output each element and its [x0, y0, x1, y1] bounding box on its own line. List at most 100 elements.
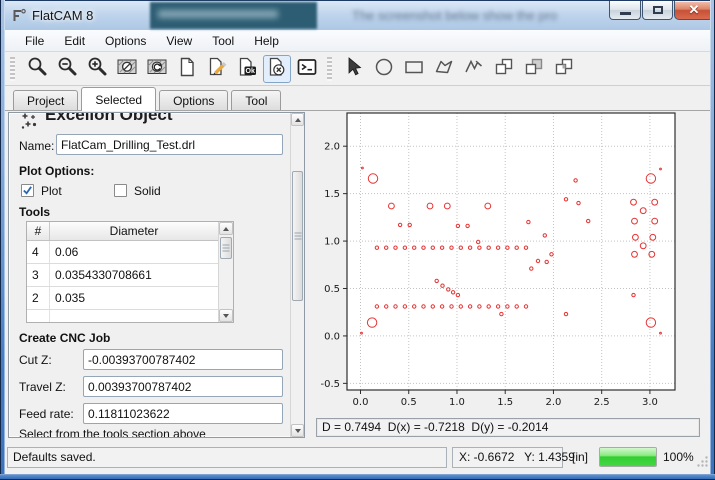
background-bleed-smudge: [158, 10, 278, 18]
arrow-up-icon: [295, 118, 301, 122]
tools-table-scrollbar[interactable]: [218, 222, 233, 322]
window-border-bottom: [0, 474, 715, 480]
zoom-out-icon: [56, 56, 78, 81]
plot-svg: 0.00.51.01.52.02.53.0-0.50.00.51.01.52.0: [316, 111, 710, 413]
table-row[interactable]: 20.035: [27, 287, 233, 310]
toolbar-handle[interactable]: [327, 57, 332, 81]
table-header-number[interactable]: #: [27, 222, 50, 240]
toolbar-handle[interactable]: [10, 57, 15, 81]
rectangle-tool-button[interactable]: [400, 55, 428, 83]
table-header-diameter[interactable]: Diameter: [50, 222, 219, 240]
cut-z-field[interactable]: [83, 349, 283, 370]
plot-background: [347, 113, 675, 390]
panel-scroll-down-button[interactable]: [291, 424, 304, 437]
intersect-tool-button[interactable]: [550, 55, 578, 83]
clear-plots-button[interactable]: [113, 55, 141, 83]
tools-table[interactable]: #Diameter 40.0630.035433070866120.035: [26, 221, 234, 323]
measurement-readout: D = 0.7494 D(x) = -0.7218 D(y) = -0.2014: [316, 418, 700, 437]
y-tick-label: 1.5: [324, 189, 340, 200]
zoom-fit-button[interactable]: [23, 55, 51, 83]
subtract-tool-button[interactable]: [520, 55, 548, 83]
clear-plots-icon: [116, 56, 138, 81]
polygon-tool-icon: [433, 56, 455, 81]
tool-number-cell[interactable]: 4: [27, 241, 50, 263]
circle-tool-button[interactable]: [370, 55, 398, 83]
close-button[interactable]: ✕: [674, 1, 714, 20]
edit-object-button[interactable]: [203, 55, 231, 83]
tools-table-body: 40.0630.035433070866120.035: [27, 241, 233, 323]
polygon-tool-button[interactable]: [430, 55, 458, 83]
tab-project[interactable]: Project: [13, 90, 78, 110]
subtract-tool-icon: [523, 56, 545, 81]
window-border-left: [0, 0, 5, 480]
pointer-icon: [343, 56, 365, 81]
selected-object-panel: Excellon Object Name: Plot Options: Plot…: [8, 112, 305, 438]
table-row[interactable]: 30.0354330708661: [27, 264, 233, 287]
titlebar[interactable]: The screenshot below show the pro FlatCA…: [0, 0, 715, 30]
tool-diameter-cell[interactable]: 0.035: [50, 287, 219, 309]
plot-checkbox[interactable]: [21, 184, 34, 197]
x-tick-label: 0.0: [353, 397, 369, 408]
scroll-up-button[interactable]: [219, 222, 233, 235]
table-row[interactable]: [27, 310, 233, 323]
new-file-button[interactable]: [173, 55, 201, 83]
minimize-button[interactable]: [609, 1, 641, 20]
tool-diameter-cell[interactable]: [50, 310, 219, 323]
x-tick-label: 3.0: [642, 397, 658, 408]
replot-button[interactable]: [143, 55, 171, 83]
name-input[interactable]: [56, 134, 283, 155]
toolbar: Ok: [5, 52, 710, 86]
table-row[interactable]: 40.06: [27, 241, 233, 264]
panel-scrollbar[interactable]: [290, 113, 304, 437]
zoom-fit-icon: [26, 56, 48, 81]
plot-checkbox-label: Plot: [41, 184, 62, 198]
progress-bar: [599, 447, 657, 467]
menu-item-file[interactable]: File: [15, 31, 54, 51]
scroll-down-button[interactable]: [219, 309, 233, 322]
tool-number-cell[interactable]: 3: [27, 264, 50, 286]
flatcam-window: The screenshot below show the pro FlatCA…: [0, 0, 715, 480]
replot-icon: [146, 56, 168, 81]
feed-rate-field[interactable]: [83, 403, 283, 424]
shell-button[interactable]: [293, 55, 321, 83]
menu-item-help[interactable]: Help: [244, 31, 289, 51]
zoom-out-button[interactable]: [53, 55, 81, 83]
panel-scrollbar-thumb[interactable]: [292, 171, 303, 301]
path-tool-button[interactable]: [460, 55, 488, 83]
tool-number-cell[interactable]: 2: [27, 287, 50, 309]
editor-ok-button[interactable]: Ok: [233, 55, 261, 83]
tab-selected[interactable]: Selected: [81, 87, 156, 111]
menu-item-options[interactable]: Options: [95, 31, 156, 51]
panel-scroll-up-button[interactable]: [291, 113, 304, 126]
x-tick-label: 2.0: [545, 397, 561, 408]
menu-item-tool[interactable]: Tool: [202, 31, 244, 51]
menu-item-view[interactable]: View: [156, 31, 202, 51]
path-tool-icon: [463, 56, 485, 81]
tool-diameter-cell[interactable]: 0.06: [50, 241, 219, 263]
y-tick-label: -0.5: [320, 379, 340, 390]
delete-object-icon: [266, 56, 288, 81]
scrollbar-thumb[interactable]: [220, 237, 232, 259]
maximize-icon: [653, 6, 663, 14]
main-content: Excellon Object Name: Plot Options: Plot…: [5, 111, 710, 441]
plot-canvas[interactable]: 0.00.51.01.52.02.53.0-0.50.00.51.01.52.0: [316, 111, 710, 413]
tool-diameter-cell[interactable]: 0.0354330708661: [50, 264, 219, 286]
union-tool-button[interactable]: [490, 55, 518, 83]
circle-tool-icon: [373, 56, 395, 81]
tool-number-cell[interactable]: [27, 310, 50, 323]
resize-grip[interactable]: [696, 455, 709, 473]
delete-object-button[interactable]: [263, 55, 291, 83]
select-tool-button[interactable]: [340, 55, 368, 83]
maximize-button[interactable]: [642, 1, 673, 20]
x-tick-label: 0.5: [401, 397, 417, 408]
y-tick-label: 0.0: [324, 331, 340, 342]
tab-options[interactable]: Options: [159, 90, 228, 110]
menu-item-edit[interactable]: Edit: [54, 31, 95, 51]
zoom-in-button[interactable]: [83, 55, 111, 83]
cursor-coordinates: X: -0.6672 Y: 1.4359: [452, 447, 563, 468]
tab-tool[interactable]: Tool: [231, 90, 281, 110]
travel-z-field[interactable]: [83, 376, 283, 397]
tabbar: ProjectSelectedOptionsTool: [5, 86, 710, 111]
solid-checkbox[interactable]: [114, 184, 127, 197]
flatcam-logo-icon: [11, 8, 27, 29]
